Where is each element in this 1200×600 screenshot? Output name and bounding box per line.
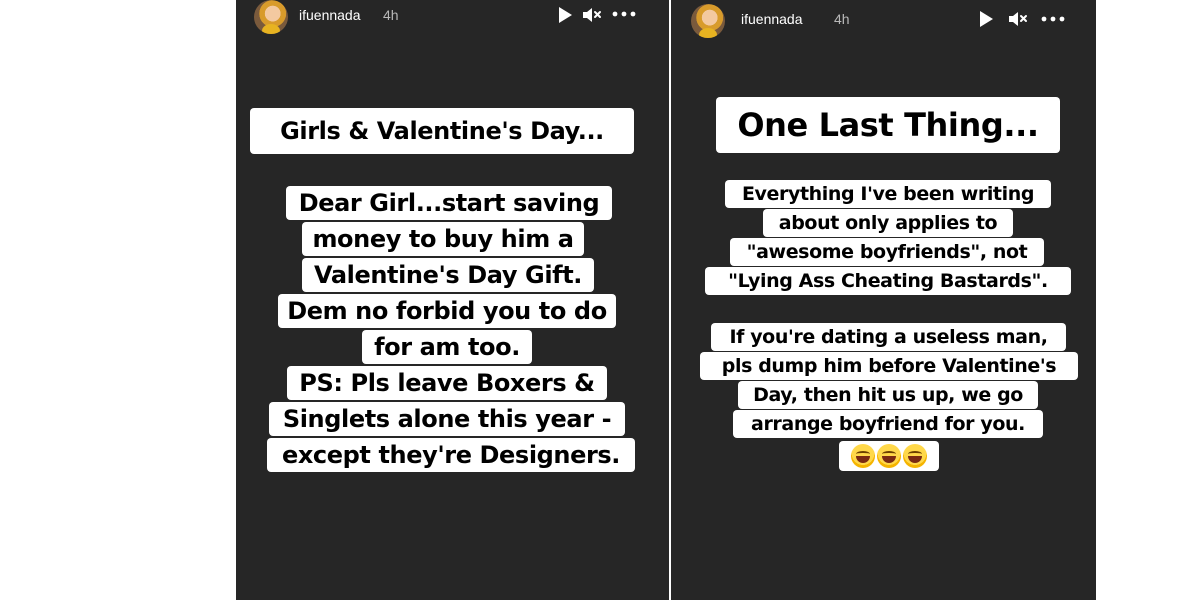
username[interactable]: ifuennada <box>741 11 803 27</box>
more-options-icon[interactable] <box>611 10 637 18</box>
story-text-line: arrange boyfriend for you. <box>733 410 1043 438</box>
avatar[interactable] <box>254 0 288 34</box>
story-header: ifuennada 4h <box>236 0 669 34</box>
story-title: One Last Thing... <box>716 97 1060 153</box>
story-text-line: If you're dating a useless man, <box>711 323 1066 351</box>
time-ago: 4h <box>383 7 399 23</box>
story-text-line: Valentine's Day Gift. <box>302 258 594 292</box>
username[interactable]: ifuennada <box>299 7 361 23</box>
story-text-line: Dear Girl...start saving <box>286 186 612 220</box>
mute-icon[interactable] <box>581 5 603 25</box>
story-text-line: "awesome boyfriends", not <box>730 238 1044 266</box>
grinning-sweat-emoji <box>877 444 901 468</box>
story-text-line: for am too. <box>362 330 532 364</box>
story-title: Girls & Valentine's Day... <box>250 108 634 154</box>
story-text-line: money to buy him a <box>302 222 584 256</box>
avatar[interactable] <box>691 4 725 38</box>
mute-icon[interactable] <box>1007 9 1029 29</box>
story-header: ifuennada 4h <box>671 0 1096 38</box>
play-icon[interactable] <box>977 9 995 29</box>
more-options-icon[interactable] <box>1040 15 1066 23</box>
play-icon[interactable] <box>556 5 574 25</box>
story-text-line: PS: Pls leave Boxers & <box>287 366 607 400</box>
story-text-line: Day, then hit us up, we go <box>738 381 1038 409</box>
story-text-line: Everything I've been writing <box>725 180 1051 208</box>
story-text-line: Dem no forbid you to do <box>278 294 616 328</box>
story-text-line: except they're Designers. <box>267 438 635 472</box>
grinning-sweat-emoji <box>903 444 927 468</box>
emoji-row <box>839 441 939 471</box>
grinning-sweat-emoji <box>851 444 875 468</box>
time-ago: 4h <box>834 11 850 27</box>
story-text-line: about only applies to <box>763 209 1013 237</box>
story-panel-1[interactable]: ifuennada 4h Girls & Valentine's Day... … <box>236 0 669 600</box>
story-text-line: Singlets alone this year - <box>269 402 625 436</box>
story-panel-2[interactable]: ifuennada 4h One Last Thing... Everythin… <box>671 0 1096 600</box>
story-text-line: pls dump him before Valentine's <box>700 352 1078 380</box>
story-text-line: "Lying Ass Cheating Bastards". <box>705 267 1071 295</box>
